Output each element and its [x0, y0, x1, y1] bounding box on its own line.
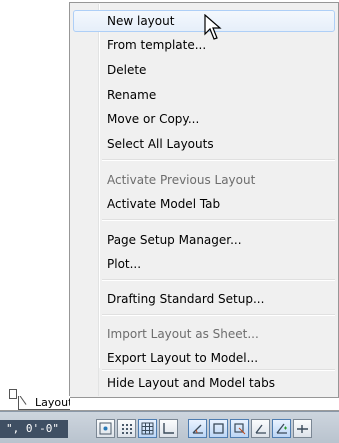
menu-item-rename[interactable]: Rename [73, 84, 335, 106]
grid-display-icon[interactable] [117, 419, 136, 438]
menu-separator [102, 314, 335, 316]
tab-scroll-icon[interactable] [9, 389, 17, 399]
menu-item-hide-layout-and-model-tabs[interactable]: Hide Layout and Model tabs [73, 372, 335, 394]
object-snap-icon[interactable] [209, 419, 228, 438]
menu-item-delete[interactable]: Delete [73, 59, 335, 81]
menu-item-activate-previous-layout: Activate Previous Layout [107, 173, 256, 187]
snap-icon[interactable] [96, 419, 115, 438]
menu-item-drafting-standard-setup[interactable]: Drafting Standard Setup... [73, 288, 335, 310]
menu-separator [102, 369, 335, 371]
menu-item-export-layout-to-model[interactable]: Export Layout to Model... [73, 347, 335, 369]
tab-layout[interactable]: Layout [18, 396, 70, 410]
menu-item-move-or-copy[interactable]: Move or Copy... [73, 108, 335, 130]
coordinate-readout[interactable]: ", 0'-0" [0, 420, 68, 438]
dynamic-ucs-icon[interactable] [251, 419, 270, 438]
menu-item-page-setup-manager[interactable]: Page Setup Manager... [73, 229, 335, 251]
lineweight-icon[interactable] [293, 419, 312, 438]
menu-footer: Hide Layout and Model tabs [69, 368, 339, 398]
menu-separator [102, 159, 335, 161]
dynamic-input-icon[interactable] [272, 419, 291, 438]
ortho-icon[interactable] [159, 419, 178, 438]
menu-item-import-layout-as-sheet: Import Layout as Sheet... [107, 327, 259, 341]
status-bar: ", 0'-0" [0, 411, 339, 443]
polar-tracking-icon[interactable] [188, 419, 207, 438]
menu-separator [102, 279, 335, 281]
menu-separator [102, 219, 335, 221]
mouse-pointer-icon [204, 14, 222, 40]
grid-icon[interactable] [138, 419, 157, 438]
menu-item-activate-model-tab[interactable]: Activate Model Tab [73, 193, 335, 215]
menu-item-select-all-layouts[interactable]: Select All Layouts [73, 133, 335, 155]
layout-context-menu: New layout From template... Delete Renam… [69, 2, 339, 378]
object-snap-tracking-icon[interactable] [230, 419, 249, 438]
menu-item-plot[interactable]: Plot... [73, 253, 335, 275]
